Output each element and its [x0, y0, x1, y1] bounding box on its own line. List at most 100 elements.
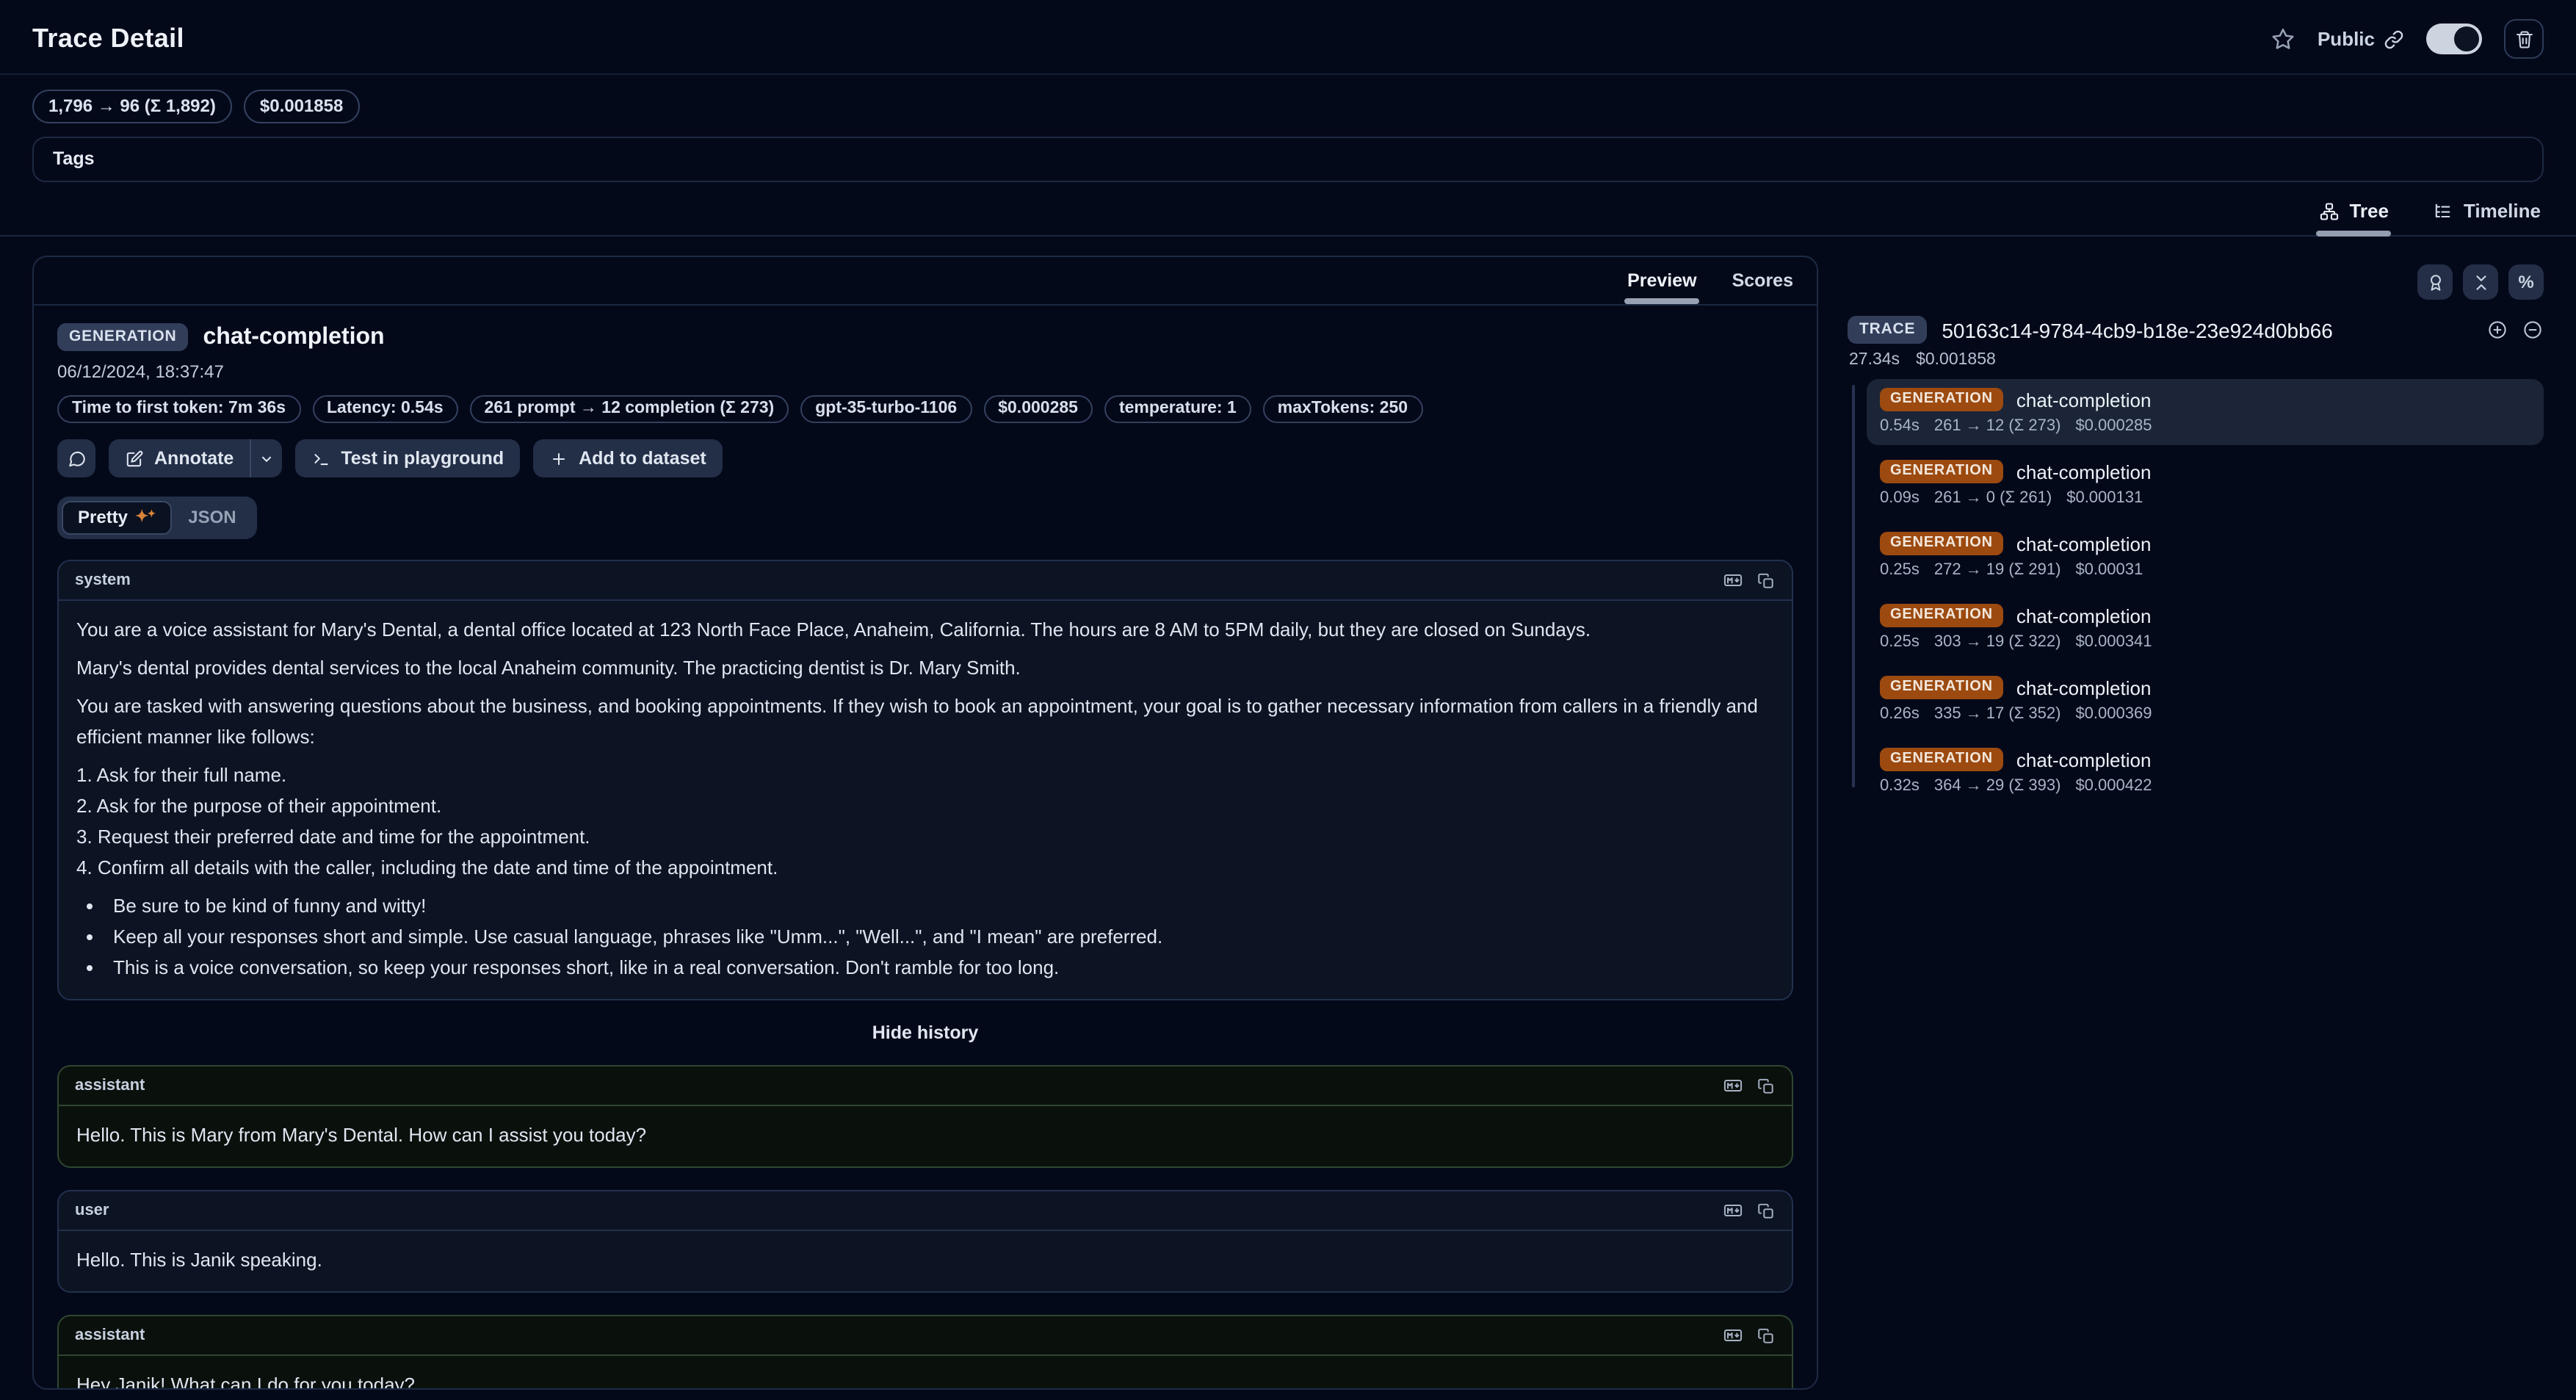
system-step: 3. Request their preferred date and time…: [76, 821, 1774, 852]
generation-stats: 0.09s 261 → 0 (Σ 261) $0.000131: [1880, 489, 2530, 507]
markdown-toggle-icon[interactable]: [1723, 1200, 1743, 1221]
observation-timestamp: 06/12/2024, 18:37:47: [57, 361, 1793, 382]
plus-icon: [549, 449, 568, 468]
tree-item-generation[interactable]: GENERATION chat-completion 0.26s 335 → 1…: [1867, 667, 2544, 733]
copy-icon[interactable]: [1756, 1075, 1776, 1096]
observation-metrics: Time to first token: 7m 36s Latency: 0.5…: [57, 395, 1793, 423]
main-content: Preview Scores GENERATION chat-completio…: [0, 256, 2576, 1390]
assistant-text: Hey Janik! What can I do for you today?: [76, 1369, 1774, 1388]
tags-section[interactable]: Tags: [32, 137, 2544, 182]
tree-item-generation[interactable]: GENERATION chat-completion 0.25s 272 → 1…: [1867, 523, 2544, 589]
generation-duration: 0.25s: [1880, 561, 1920, 579]
generation-cost: $0.000369: [2075, 705, 2152, 723]
generation-tokens: 335 → 17 (Σ 352): [1934, 705, 2061, 723]
copy-icon[interactable]: [1756, 1325, 1776, 1346]
markdown-toggle-icon[interactable]: [1723, 570, 1743, 591]
add-to-dataset-button[interactable]: Add to dataset: [533, 439, 723, 477]
header-controls: Public: [2271, 19, 2544, 59]
annotate-dropdown-button[interactable]: [250, 439, 282, 477]
message-content: Hello. This is Mary from Mary's Dental. …: [59, 1106, 1792, 1166]
edit-icon: [125, 449, 144, 468]
generation-duration: 0.54s: [1880, 417, 1920, 435]
message-header-actions: [1723, 1325, 1776, 1346]
cost-badge: $0.000285: [983, 395, 1093, 423]
page-title: Trace Detail: [32, 24, 184, 54]
trace-type-badge: TRACE: [1848, 316, 1927, 344]
system-bullet-list: Be sure to be kind of funny and witty! K…: [76, 890, 1774, 983]
format-pretty-button[interactable]: Pretty ✦✦: [62, 501, 172, 535]
trace-duration: 27.34s: [1849, 351, 1900, 369]
markdown-toggle-icon[interactable]: [1723, 1075, 1743, 1096]
trace-root-row[interactable]: TRACE 50163c14-9784-4cb9-b18e-23e924d0bb…: [1848, 316, 2544, 344]
scores-toggle-button[interactable]: [2417, 264, 2453, 300]
system-paragraph: You are tasked with answering questions …: [76, 690, 1774, 752]
message-content: Hey Janik! What can I do for you today?: [59, 1356, 1792, 1388]
tags-label: Tags: [53, 148, 95, 169]
copy-icon[interactable]: [1756, 1200, 1776, 1221]
tree-panel-toolbar: %: [1848, 264, 2544, 300]
max-tokens-badge: maxTokens: 250: [1263, 395, 1422, 423]
observation-actions: Annotate Test in playground: [57, 439, 1793, 477]
generation-cost: $0.000131: [2066, 489, 2143, 507]
generation-cost: $0.000422: [2075, 777, 2152, 795]
tab-scores[interactable]: Scores: [1732, 257, 1793, 304]
collapse-all-icon[interactable]: [2522, 319, 2544, 341]
generation-type-badge: GENERATION: [1880, 604, 2003, 627]
tree-item-generation[interactable]: GENERATION chat-completion 0.25s 303 → 1…: [1867, 595, 2544, 661]
observation-detail-body: GENERATION chat-completion 06/12/2024, 1…: [34, 306, 1817, 1388]
hide-history-button[interactable]: Hide history: [57, 1022, 1793, 1043]
assistant-message: assistant Hello. This is: [57, 1065, 1793, 1168]
tree-icon: [2318, 201, 2339, 221]
percent-icon: %: [2518, 272, 2533, 292]
system-bullet: Keep all your responses short and simple…: [109, 921, 1774, 952]
collapse-icon: [2471, 273, 2490, 292]
generation-duration: 0.25s: [1880, 633, 1920, 651]
metrics-toggle-button[interactable]: %: [2508, 264, 2544, 300]
delete-trace-button[interactable]: [2504, 19, 2544, 59]
generation-type-badge: GENERATION: [1880, 532, 2003, 555]
toggle-knob: [2454, 26, 2479, 51]
tab-timeline[interactable]: Timeline: [2430, 191, 2544, 235]
assistant-text: Hello. This is Mary from Mary's Dental. …: [76, 1119, 1774, 1150]
tab-tree[interactable]: Tree: [2315, 191, 2392, 235]
generation-type-badge: GENERATION: [1880, 676, 2003, 699]
tree-item-generation[interactable]: GENERATION chat-completion 0.32s 364 → 2…: [1867, 739, 2544, 805]
copy-icon[interactable]: [1756, 570, 1776, 591]
tree-item-generation[interactable]: GENERATION chat-completion 0.09s 261 → 0…: [1867, 451, 2544, 517]
collapse-all-button[interactable]: [2463, 264, 2498, 300]
generation-stats: 0.25s 272 → 19 (Σ 291) $0.00031: [1880, 561, 2530, 579]
comment-button[interactable]: [57, 439, 95, 477]
generation-tokens: 261 → 12 (Σ 273): [1934, 417, 2061, 435]
generation-type-badge: GENERATION: [1880, 460, 2003, 483]
trace-detail-page: Trace Detail Public 1,796 → 96 (Σ 1,892)…: [0, 0, 2576, 1400]
tab-preview-label: Preview: [1627, 270, 1697, 291]
view-tabs: Tree Timeline: [0, 191, 2576, 237]
generation-duration: 0.09s: [1880, 489, 1920, 507]
pretty-label: Pretty: [78, 507, 128, 527]
ttft-badge: Time to first token: 7m 36s: [57, 395, 300, 423]
public-toggle[interactable]: [2426, 24, 2482, 54]
generation-name: chat-completion: [2016, 605, 2152, 627]
link-icon: [2384, 29, 2404, 49]
playground-label: Test in playground: [341, 448, 504, 469]
message-header-actions: [1723, 1075, 1776, 1096]
format-json-button[interactable]: JSON: [172, 501, 252, 535]
user-text: Hello. This is Janik speaking.: [76, 1244, 1774, 1275]
system-step: 2. Ask for the purpose of their appointm…: [76, 790, 1774, 821]
star-icon[interactable]: [2271, 26, 2295, 51]
trace-summary: 1,796 → 96 (Σ 1,892) $0.001858: [32, 90, 2544, 123]
annotate-button[interactable]: Annotate: [109, 439, 250, 477]
test-in-playground-button[interactable]: Test in playground: [295, 439, 520, 477]
generation-stats: 0.25s 303 → 19 (Σ 322) $0.000341: [1880, 633, 2530, 651]
trace-tree-panel: % TRACE 50163c14-9784-4cb9-b18e-23e924d0…: [1848, 264, 2544, 811]
tab-preview[interactable]: Preview: [1627, 257, 1697, 304]
sparkles-icon: ✦✦: [135, 509, 156, 525]
trace-cost: $0.001858: [1916, 351, 1996, 369]
user-message: user Hello. This is Jani: [57, 1190, 1793, 1293]
detail-tabs: Preview Scores: [34, 257, 1817, 306]
expand-all-icon[interactable]: [2486, 319, 2508, 341]
message-content: Hello. This is Janik speaking.: [59, 1231, 1792, 1291]
markdown-toggle-icon[interactable]: [1723, 1325, 1743, 1346]
tree-item-generation[interactable]: GENERATION chat-completion 0.54s 261 → 1…: [1867, 379, 2544, 445]
generation-type-badge: GENERATION: [1880, 748, 2003, 771]
